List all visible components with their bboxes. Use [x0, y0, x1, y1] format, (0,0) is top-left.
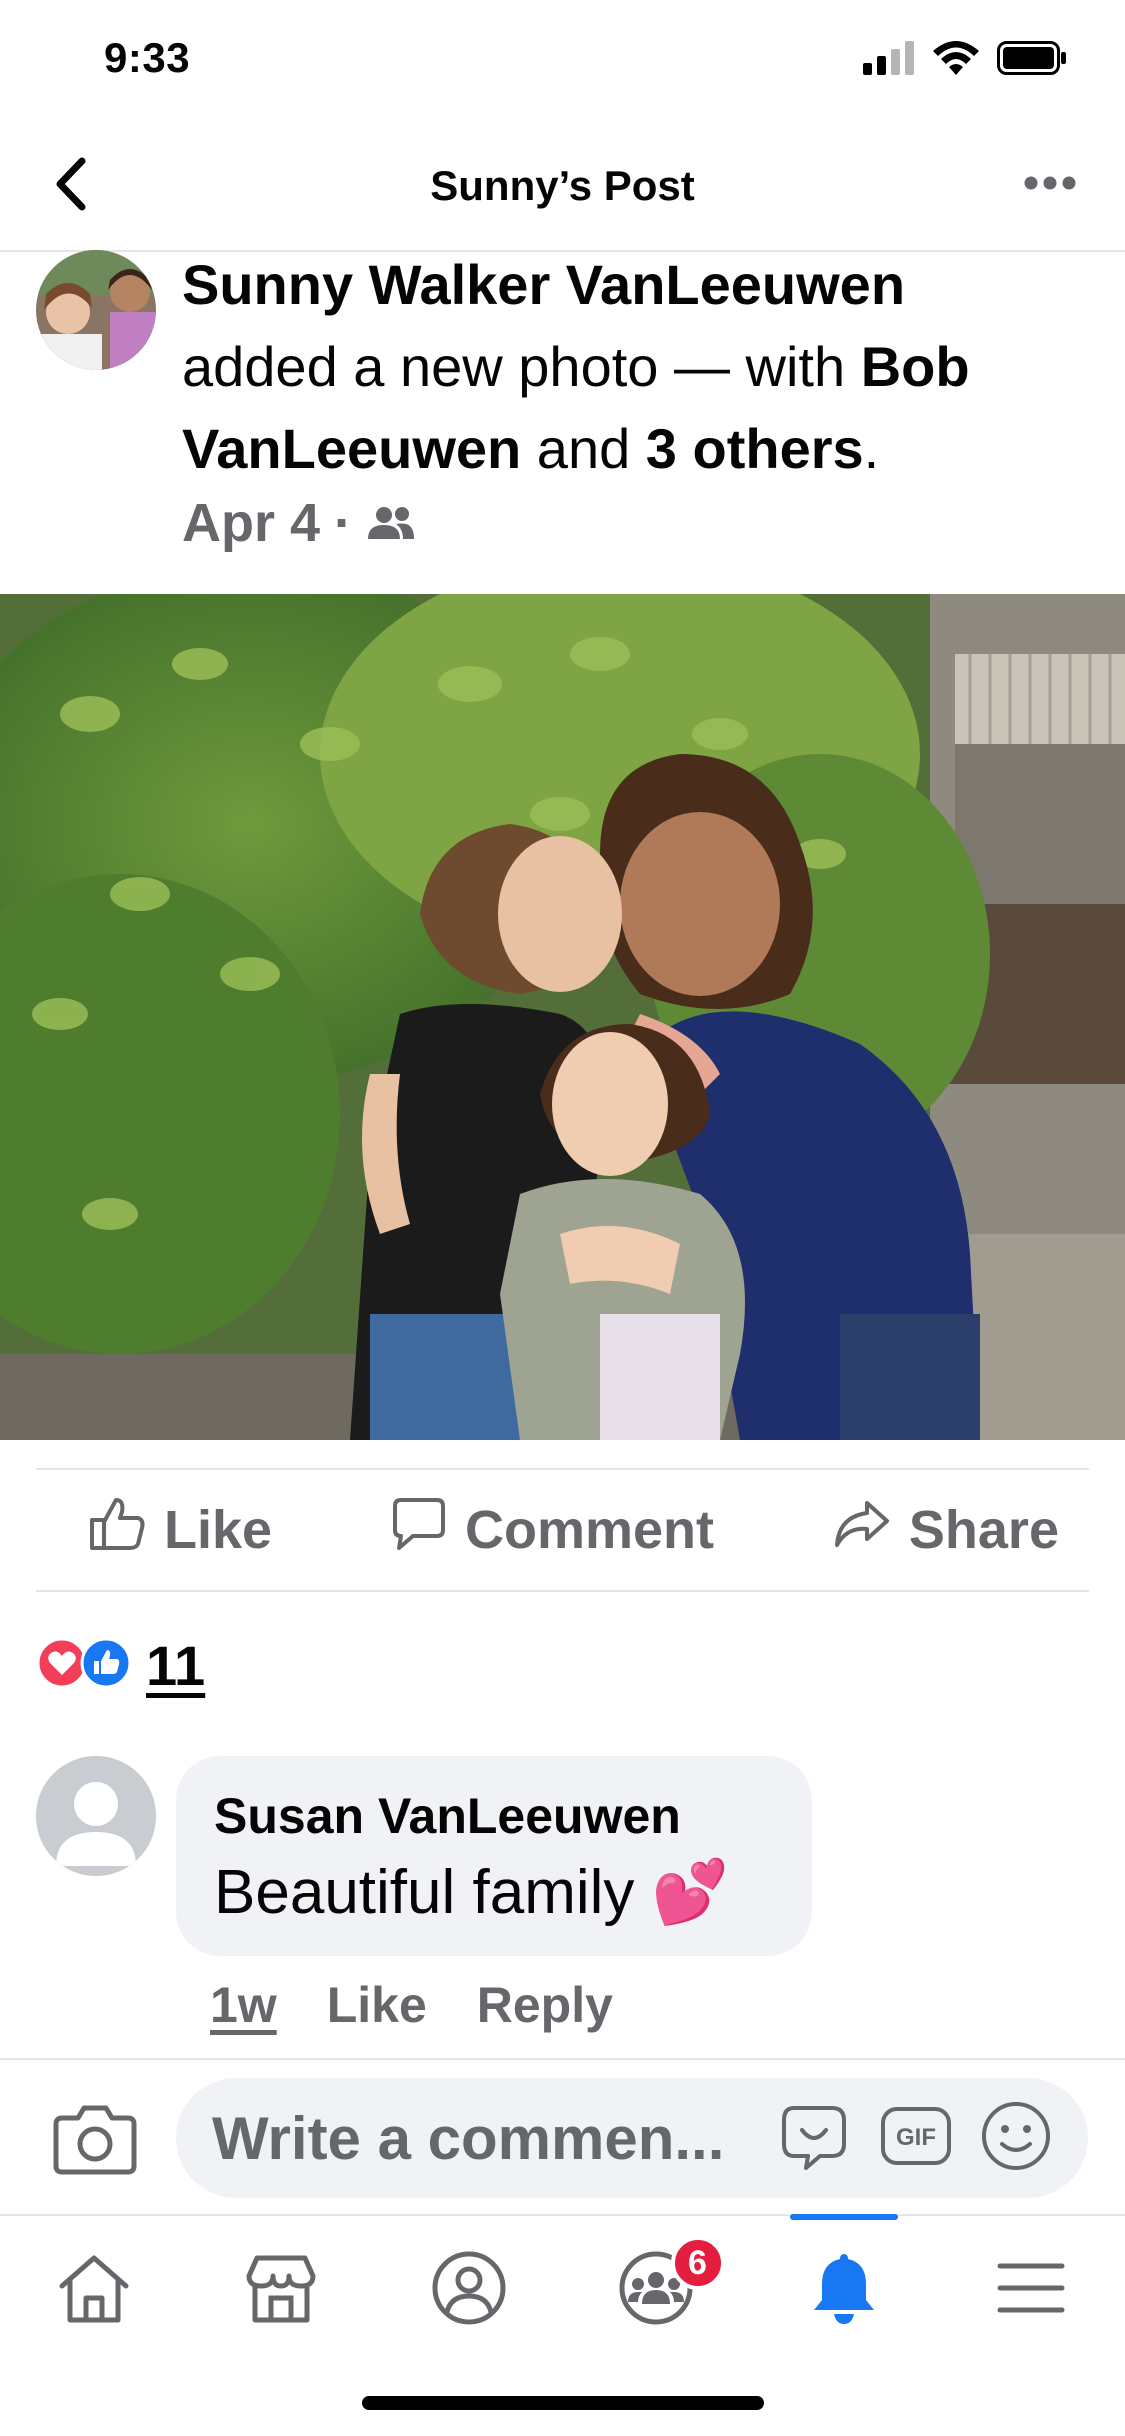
comment-input-container: GIF	[176, 2078, 1088, 2198]
like-button[interactable]: Like	[88, 1496, 272, 1565]
page-title: Sunny’s Post	[430, 162, 695, 209]
post-meta: Apr 4 ·	[182, 488, 416, 558]
comment-input[interactable]	[212, 2078, 772, 2198]
tab-marketplace[interactable]	[188, 2216, 376, 2364]
photo-illustration	[0, 594, 1125, 1440]
post-photo[interactable]	[0, 594, 1125, 1440]
post-actions: Like Comment Share	[36, 1468, 1089, 1592]
meta-separator: ·	[334, 493, 353, 553]
bell-icon	[808, 2250, 880, 2331]
commenter-avatar[interactable]	[36, 1756, 156, 1876]
wifi-icon	[933, 40, 979, 80]
comment-composer: GIF	[0, 2058, 1125, 2214]
home-icon	[56, 2252, 132, 2329]
avatar-sticker-icon	[780, 2100, 852, 2177]
profile-icon	[431, 2250, 507, 2331]
comment-time[interactable]: 1w	[210, 1976, 277, 2034]
comment-author[interactable]: Susan VanLeeuwen	[214, 1786, 774, 1846]
comment-button[interactable]: Comment	[391, 1496, 714, 1565]
avatar-sticker-button[interactable]	[780, 2102, 852, 2174]
camera-button[interactable]	[52, 2100, 138, 2176]
status-bar: 9:33	[0, 0, 1125, 120]
period: .	[863, 417, 880, 480]
menu-icon	[996, 2258, 1066, 2323]
share-label: Share	[908, 1500, 1059, 1560]
author-avatar[interactable]	[36, 250, 156, 370]
comment-reply-button[interactable]: Reply	[477, 1976, 613, 2034]
post-headline: Sunny Walker VanLeeuwen added a new phot…	[182, 244, 1082, 490]
store-icon	[243, 2252, 319, 2329]
tab-notifications[interactable]	[750, 2214, 938, 2364]
emoji-icon	[980, 2100, 1052, 2177]
tab-menu[interactable]	[938, 2216, 1125, 2364]
status-icons	[863, 40, 1067, 80]
tab-profile[interactable]	[375, 2216, 563, 2364]
post-date[interactable]: Apr 4	[182, 492, 320, 554]
nav-header: Sunny’s Post	[0, 120, 1125, 252]
comment-actions: 1w Like Reply	[210, 1976, 613, 2034]
composer-icons: GIF	[780, 2100, 1052, 2177]
author-name[interactable]: Sunny Walker VanLeeuwen	[182, 253, 905, 316]
comment-icon	[391, 1496, 447, 1565]
comment-bubble[interactable]: Susan VanLeeuwen Beautiful family 💕	[176, 1756, 812, 1956]
comment-label: Comment	[464, 1500, 714, 1560]
reaction-count: 11	[146, 1633, 206, 1697]
like-label: Like	[164, 1500, 273, 1560]
post-action-text: added a new photo — with	[182, 335, 846, 398]
emoji-button[interactable]	[980, 2100, 1052, 2177]
status-time: 9:33	[104, 34, 191, 81]
share-button[interactable]: Share	[833, 1499, 1059, 1562]
comment-text: Beautiful family 💕	[214, 1858, 729, 1927]
comment-like-button[interactable]: Like	[327, 1976, 427, 2034]
bottom-tab-bar: 6	[0, 2214, 1125, 2364]
friends-icon	[366, 492, 416, 554]
tagged-others[interactable]: 3 others	[646, 417, 864, 480]
signal-icon	[863, 40, 915, 80]
thumbs-up-icon	[88, 1496, 146, 1565]
more-options-button[interactable]	[1015, 160, 1085, 210]
camera-icon	[52, 2105, 138, 2180]
share-icon	[833, 1499, 891, 1562]
battery-icon	[997, 40, 1067, 80]
tab-home[interactable]	[0, 2216, 188, 2364]
home-indicator	[362, 2396, 764, 2410]
gif-button[interactable]: GIF	[880, 2102, 952, 2174]
reactions-summary[interactable]: 11	[36, 1630, 205, 1700]
groups-badge: 6	[670, 2236, 725, 2290]
ellipsis-icon	[1024, 176, 1076, 195]
tab-groups[interactable]: 6	[563, 2216, 751, 2364]
and-text: and	[536, 417, 631, 480]
gif-icon: GIF	[880, 2106, 952, 2171]
svg-text:GIF: GIF	[896, 2124, 936, 2151]
like-reaction-icon	[80, 1637, 132, 1694]
